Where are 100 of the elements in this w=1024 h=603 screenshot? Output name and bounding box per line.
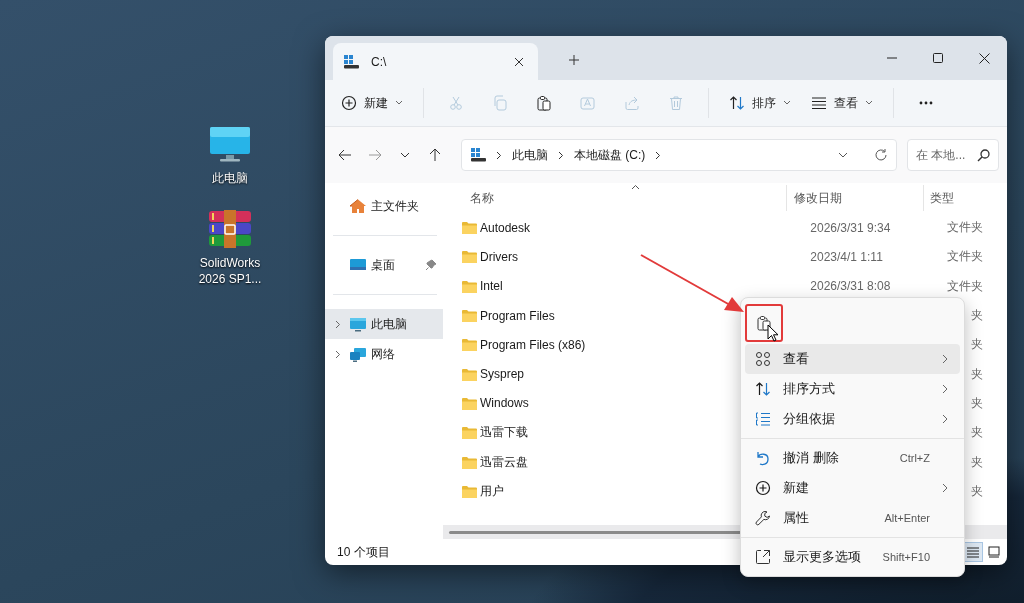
close-icon xyxy=(978,52,990,64)
chevron-down-icon[interactable] xyxy=(838,151,848,159)
refresh-icon[interactable] xyxy=(874,148,888,162)
chevron-right-icon[interactable] xyxy=(335,349,341,359)
folder-icon xyxy=(461,425,477,441)
folder-icon xyxy=(461,249,477,265)
table-cell: 夹 xyxy=(971,394,983,412)
folder-icon xyxy=(461,220,477,236)
close-icon xyxy=(514,56,524,67)
address-bar[interactable]: 此电脑 本地磁盘 (C:) xyxy=(461,139,897,171)
network-icon xyxy=(349,345,367,363)
sort-button[interactable]: 排序 xyxy=(723,87,797,119)
desktop-icon-label[interactable]: SolidWorks 2026 SP1... xyxy=(194,255,266,287)
breadcrumb[interactable]: 此电脑 xyxy=(512,146,548,164)
house-icon xyxy=(349,198,367,214)
menu-item[interactable]: 新建 xyxy=(745,473,960,503)
table-cell: 2026/3/31 9:34 xyxy=(810,220,891,235)
maximize-icon xyxy=(933,53,943,63)
view-button[interactable]: 查看 xyxy=(805,87,879,119)
file-name[interactable]: 迅雷云盘 xyxy=(480,454,528,469)
table-cell: 夹 xyxy=(971,336,983,354)
chevron-right-icon xyxy=(942,384,948,394)
menu-item[interactable]: 分组依据 xyxy=(745,404,960,434)
table-cell: 夹 xyxy=(971,307,983,325)
folder-icon xyxy=(461,483,477,499)
chevron-down-icon xyxy=(400,151,410,159)
grouped-list-icon xyxy=(755,411,771,427)
folder-icon xyxy=(461,395,477,411)
chevron-right-icon xyxy=(942,354,948,364)
chevron-right-icon xyxy=(942,414,948,424)
folder-icon xyxy=(461,366,477,382)
nav-item[interactable]: 桌面 xyxy=(325,250,443,280)
file-name[interactable]: 用户 xyxy=(480,483,504,498)
chevron-right-icon xyxy=(496,150,502,160)
file-name[interactable]: Windows xyxy=(480,396,529,411)
table-cell: 文件夹 xyxy=(947,248,983,266)
archive-icon[interactable] xyxy=(206,208,254,250)
breadcrumb[interactable]: 本地磁盘 (C:) xyxy=(574,146,646,164)
details-view-button[interactable] xyxy=(963,542,983,562)
table-cell: 夹 xyxy=(971,482,983,500)
table-cell: 2026/3/31 8:08 xyxy=(810,279,891,294)
column-header[interactable]: 类型 xyxy=(930,189,954,207)
nav-item[interactable]: 此电脑 xyxy=(325,309,443,339)
wrench-icon xyxy=(755,510,771,526)
tile-icon xyxy=(988,546,1000,558)
table-cell: 夹 xyxy=(971,424,983,442)
table-cell: 文件夹 xyxy=(947,277,983,295)
menu-item[interactable]: 显示更多选项 Shift+F10 xyxy=(745,542,960,572)
column-header[interactable]: 名称 xyxy=(470,190,494,205)
chevron-right-icon xyxy=(942,483,948,493)
table-cell: 夹 xyxy=(971,365,983,383)
folder-icon xyxy=(461,308,477,324)
column-header[interactable]: 修改日期 xyxy=(794,189,842,207)
window-tab[interactable]: C:\ xyxy=(333,43,538,80)
chevron-right-icon[interactable] xyxy=(335,319,341,329)
grid-icon xyxy=(755,351,771,367)
chevron-down-icon xyxy=(783,100,791,106)
chevron-right-icon xyxy=(558,150,564,160)
folder-icon xyxy=(461,278,477,294)
tab-title: C:\ xyxy=(371,54,388,69)
menu-item[interactable]: 属性 Alt+Enter xyxy=(745,503,960,533)
chevron-right-icon xyxy=(655,150,662,160)
menu-item[interactable]: 撤消 删除 Ctrl+Z xyxy=(745,443,960,473)
nav-item[interactable]: 主文件夹 xyxy=(325,191,443,221)
search-field[interactable]: 在 本地... xyxy=(907,139,999,171)
menu-item[interactable]: 查看 xyxy=(745,344,960,374)
item-count: 10 个项目 xyxy=(337,544,390,559)
file-name[interactable]: Intel xyxy=(480,279,503,294)
chevron-down-icon xyxy=(395,100,403,106)
file-name[interactable]: Program Files (x86) xyxy=(480,337,586,352)
sort-arrows-icon xyxy=(755,381,771,397)
clipboard-icon xyxy=(756,315,772,331)
drive-icon xyxy=(470,147,486,163)
folder-icon xyxy=(461,454,477,470)
forward-arrow-icon xyxy=(368,149,382,161)
plus-icon xyxy=(568,54,580,66)
file-name[interactable]: Sysprep xyxy=(480,367,525,382)
nav-item[interactable]: 网络 xyxy=(325,339,443,369)
menu-item[interactable]: 排序方式 xyxy=(745,374,960,404)
file-name[interactable]: Program Files xyxy=(480,308,555,323)
file-name[interactable]: 迅雷下载 xyxy=(480,425,528,440)
drive-icon xyxy=(343,53,359,70)
monitor-icon[interactable] xyxy=(208,125,252,165)
table-cell: 文件夹 xyxy=(947,219,983,237)
table-cell: 2023/4/1 1:11 xyxy=(810,249,883,264)
chevron-down-icon xyxy=(865,100,873,106)
new-button[interactable]: 新建 xyxy=(335,87,409,119)
expand-window-icon xyxy=(755,549,771,565)
pointer-icon xyxy=(767,324,779,342)
undo-icon xyxy=(755,450,771,466)
desktop-icon-label[interactable]: 此电脑 xyxy=(194,170,266,186)
desktop-icon xyxy=(349,257,367,273)
file-name[interactable]: Autodesk xyxy=(480,220,531,235)
pin-icon[interactable] xyxy=(425,259,437,271)
folder-icon xyxy=(461,337,477,353)
sort-caret-icon xyxy=(631,184,640,190)
table-cell: 夹 xyxy=(971,453,983,471)
search-icon[interactable] xyxy=(977,149,990,162)
up-arrow-icon xyxy=(429,148,441,162)
file-name[interactable]: Drivers xyxy=(480,249,518,264)
